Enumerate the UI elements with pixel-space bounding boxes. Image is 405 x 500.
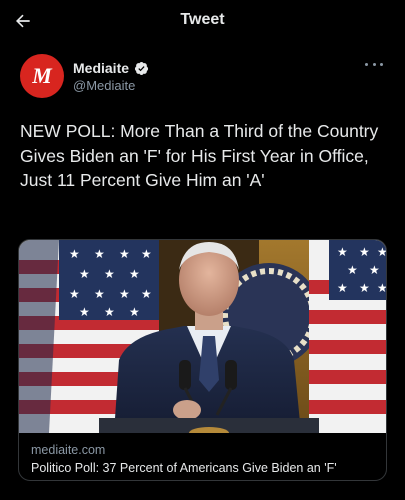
tweet-author: M Mediaite @Mediaite xyxy=(20,54,389,100)
card-image: ★ ★ ★ ★ ★ ★ ★ ★ ★ ★ ★ ★ ★ ★ ★ ★ ★ ★ ★ ★ … xyxy=(19,240,387,433)
press-conference-photo: ★ ★ ★ ★ ★ ★ ★ ★ ★ ★ ★ ★ ★ ★ ★ ★ ★ ★ ★ ★ … xyxy=(19,240,387,433)
more-dot-icon xyxy=(372,62,376,66)
svg-text:★: ★ xyxy=(337,281,348,295)
svg-text:★: ★ xyxy=(119,287,130,301)
display-name[interactable]: Mediaite xyxy=(73,60,129,76)
card-domain: mediaite.com xyxy=(31,443,106,457)
name-row: Mediaite xyxy=(73,60,149,76)
svg-text:★: ★ xyxy=(79,305,90,319)
svg-text:★: ★ xyxy=(337,245,348,259)
user-handle[interactable]: @Mediaite xyxy=(73,78,135,93)
top-bar: Tweet xyxy=(0,0,405,42)
tweet-text: NEW POLL: More Than a Third of the Count… xyxy=(20,121,379,190)
avatar-letter: M xyxy=(32,63,52,88)
svg-text:★: ★ xyxy=(377,245,387,259)
svg-text:★: ★ xyxy=(377,281,387,295)
more-dot-icon xyxy=(365,62,368,66)
svg-text:★: ★ xyxy=(94,287,105,301)
svg-text:★: ★ xyxy=(347,263,358,277)
svg-text:★: ★ xyxy=(129,267,140,281)
svg-text:★: ★ xyxy=(359,281,370,295)
svg-text:★: ★ xyxy=(369,263,380,277)
svg-text:★: ★ xyxy=(79,267,90,281)
svg-text:★: ★ xyxy=(119,247,130,261)
svg-text:★: ★ xyxy=(104,267,115,281)
svg-text:★: ★ xyxy=(94,247,105,261)
more-dot-icon xyxy=(380,62,383,66)
verified-badge-icon xyxy=(134,61,149,75)
link-card[interactable]: ★ ★ ★ ★ ★ ★ ★ ★ ★ ★ ★ ★ ★ ★ ★ ★ ★ ★ ★ ★ … xyxy=(18,239,387,481)
svg-text:★: ★ xyxy=(69,247,80,261)
page-title: Tweet xyxy=(180,11,225,28)
more-options-button[interactable] xyxy=(365,58,383,70)
svg-text:★: ★ xyxy=(141,247,152,261)
svg-text:★: ★ xyxy=(129,305,140,319)
avatar[interactable]: M xyxy=(20,54,64,98)
svg-text:★: ★ xyxy=(104,305,115,319)
card-title: Politico Poll: 37 Percent of Americans G… xyxy=(31,461,337,475)
svg-text:★: ★ xyxy=(141,287,152,301)
svg-text:★: ★ xyxy=(69,287,80,301)
svg-text:★: ★ xyxy=(359,245,370,259)
